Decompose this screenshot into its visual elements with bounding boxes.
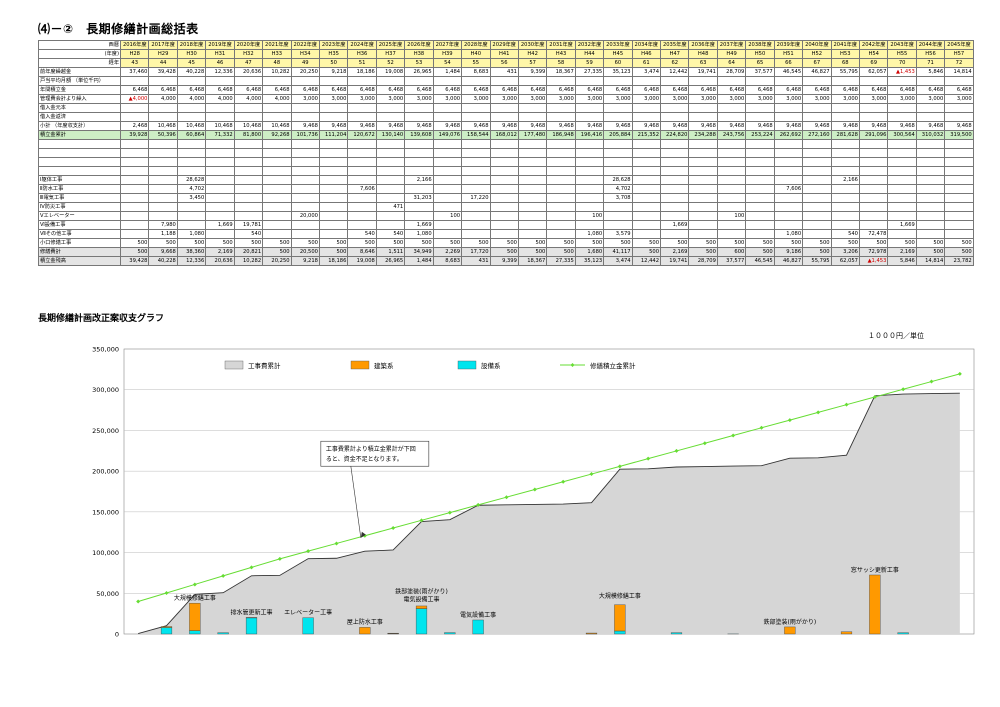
legend-swatch-cyan-box: [457, 360, 477, 370]
equipment-bar: [444, 632, 456, 635]
building-bar: [784, 626, 796, 635]
annotation-label: 鉄部塗装(雨がかり): [763, 618, 816, 626]
y-tick-label: 150,000: [92, 508, 119, 516]
y-tick-label: 250,000: [92, 427, 119, 435]
building-bar: [585, 632, 598, 635]
y-tick-label: 100,000: [92, 549, 119, 557]
annotation-label: 屋上防水工事: [347, 618, 383, 626]
equipment-bar: [614, 630, 626, 635]
legend-swatch-gray-box: [224, 360, 244, 370]
annotation-label: エレベーター工事: [284, 608, 332, 616]
y-tick-label: 200,000: [92, 468, 119, 476]
legend-swatch-orange-box: [350, 360, 370, 370]
equipment-bar: [217, 632, 229, 635]
callout-text: ると、資金不足となります。: [326, 455, 403, 463]
legend-label: 設備系: [481, 361, 501, 370]
equipment-bar: [302, 617, 314, 635]
y-tick-label: 350,000: [92, 346, 119, 354]
equipment-bar: [415, 608, 428, 635]
equipment-bar: [670, 632, 683, 635]
equipment-bar: [245, 617, 258, 635]
income-expense-chart: 0 50,000 100,000 150,000 200,000 250,000 300,0…: [92, 346, 975, 639]
annotation-label: 大規模修繕工事: [174, 594, 216, 602]
building-bar: [614, 604, 626, 632]
equipment-bar: [472, 619, 484, 635]
equipment-bar: [189, 630, 201, 635]
building-bar: [840, 631, 853, 635]
legend-label: 修繕積立金累計: [590, 361, 636, 370]
building-bar: [415, 605, 428, 609]
legend-label: 工事費累計: [248, 361, 281, 370]
annotation-label: 排水管更新工事: [230, 608, 272, 616]
equipment-bar: [160, 627, 173, 635]
annotation-label: 電気設備工事: [403, 595, 439, 603]
building-bar: [869, 574, 881, 635]
annotation-label: 鉄部塗装(雨がかり): [395, 587, 448, 595]
callout-text: 工事費累計より積立金累計が下回: [326, 445, 416, 453]
y-tick-label: 0: [115, 631, 119, 639]
y-tick-label: 300,000: [92, 386, 119, 394]
y-tick-label: 50,000: [96, 590, 119, 598]
legend-label: 建築系: [374, 361, 394, 370]
building-bar: [189, 602, 201, 631]
annotation-label: 窓サッシ更新工事: [851, 566, 899, 574]
annotation-label: 電気設備工事: [460, 611, 496, 619]
annotation-label: 大規模修繕工事: [599, 592, 641, 600]
equipment-bar: [897, 632, 909, 635]
building-bar: [359, 627, 371, 635]
building-bar: [160, 626, 173, 628]
